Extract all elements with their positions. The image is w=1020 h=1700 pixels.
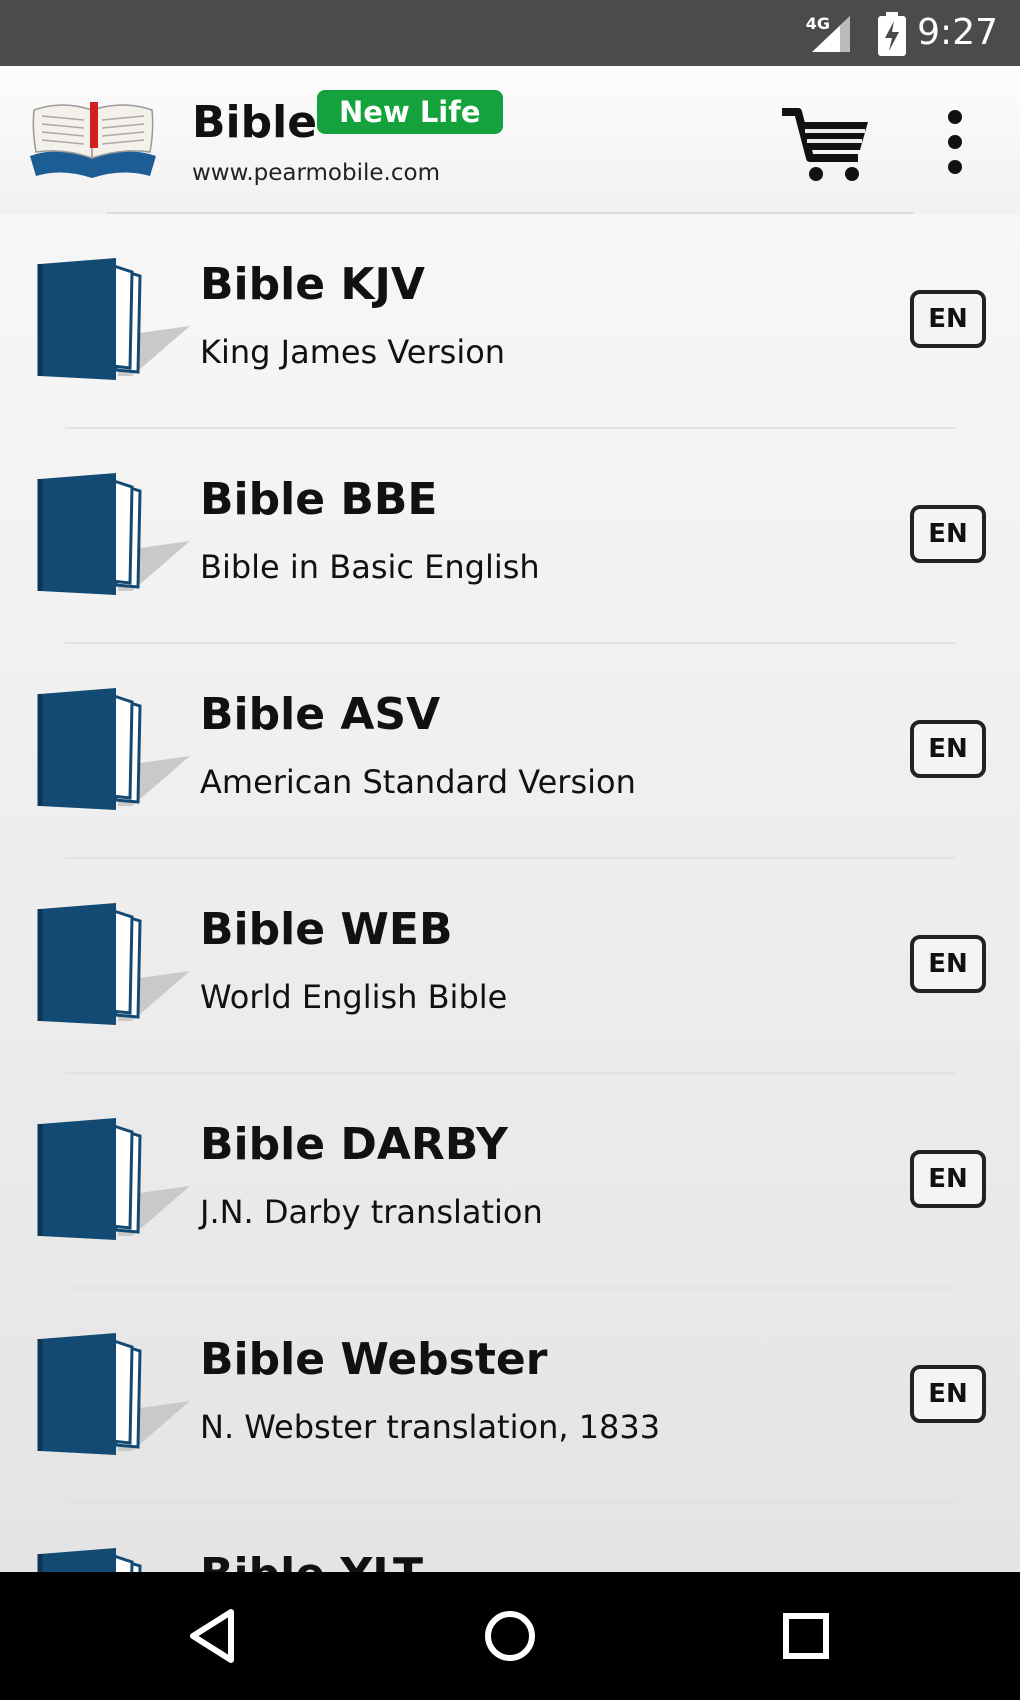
new-life-badge: New Life <box>317 90 503 134</box>
language-badge[interactable]: EN <box>910 1365 986 1423</box>
bible-title: Bible ASV <box>200 689 441 740</box>
bible-subtitle: J.N. Darby translation <box>200 1193 543 1231</box>
language-badge[interactable]: EN <box>910 1150 986 1208</box>
language-badge[interactable]: EN <box>910 290 986 348</box>
bible-subtitle: World English Bible <box>200 978 508 1016</box>
status-time: 9:27 <box>917 12 998 53</box>
list-item[interactable]: Bible DARBY J.N. Darby translation EN <box>0 1074 1020 1289</box>
book-icon <box>36 1329 196 1459</box>
bible-title: Bible Webster <box>200 1334 548 1385</box>
book-icon <box>36 1114 196 1244</box>
app-url[interactable]: www.pearmobile.com <box>192 158 440 188</box>
bible-subtitle: American Standard Version <box>200 763 636 801</box>
list-item[interactable]: Bible ASV American Standard Version EN <box>0 644 1020 859</box>
book-icon <box>36 684 196 814</box>
language-badge[interactable]: EN <box>910 720 986 778</box>
list-item[interactable]: Bible WEB World English Bible EN <box>0 859 1020 1074</box>
book-icon <box>36 899 196 1029</box>
bible-subtitle: King James Version <box>200 333 506 371</box>
language-badge[interactable]: EN <box>910 505 986 563</box>
recents-icon[interactable] <box>776 1606 836 1666</box>
bible-logo-icon <box>30 102 156 178</box>
bible-title: Bible BBE <box>200 474 438 525</box>
battery-charging-icon <box>878 12 906 56</box>
bible-title: Bible WEB <box>200 904 453 955</box>
overflow-menu-icon[interactable] <box>930 102 980 182</box>
bible-title: Bible DARBY <box>200 1119 508 1170</box>
status-bar: 4G 9:27 <box>0 0 1020 66</box>
book-icon <box>36 254 196 384</box>
app-title: Bible <box>192 97 318 148</box>
book-icon <box>36 469 196 599</box>
cart-icon[interactable] <box>780 104 872 184</box>
list-item[interactable]: Bible Webster N. Webster translation, 18… <box>0 1289 1020 1504</box>
home-icon[interactable] <box>480 1606 540 1666</box>
book-icon <box>36 1544 196 1572</box>
bible-subtitle: N. Webster translation, 1833 <box>200 1408 661 1446</box>
bible-title: Bible KJV <box>200 259 425 310</box>
language-badge[interactable]: EN <box>910 935 986 993</box>
list-item[interactable]: Bible YLT <box>0 1504 1020 1572</box>
back-icon[interactable] <box>183 1606 243 1666</box>
list-item[interactable]: Bible BBE Bible in Basic English EN <box>0 429 1020 644</box>
signal-icon <box>812 16 850 52</box>
bible-subtitle: Bible in Basic English <box>200 548 540 586</box>
navigation-bar <box>0 1572 1020 1700</box>
bible-title: Bible YLT <box>200 1548 423 1572</box>
app-bar: Bible New Life www.pearmobile.com <box>0 66 1020 214</box>
list-item[interactable]: Bible KJV King James Version EN <box>0 214 1020 429</box>
bible-list[interactable]: Bible KJV King James Version EN Bible BB… <box>0 214 1020 1572</box>
